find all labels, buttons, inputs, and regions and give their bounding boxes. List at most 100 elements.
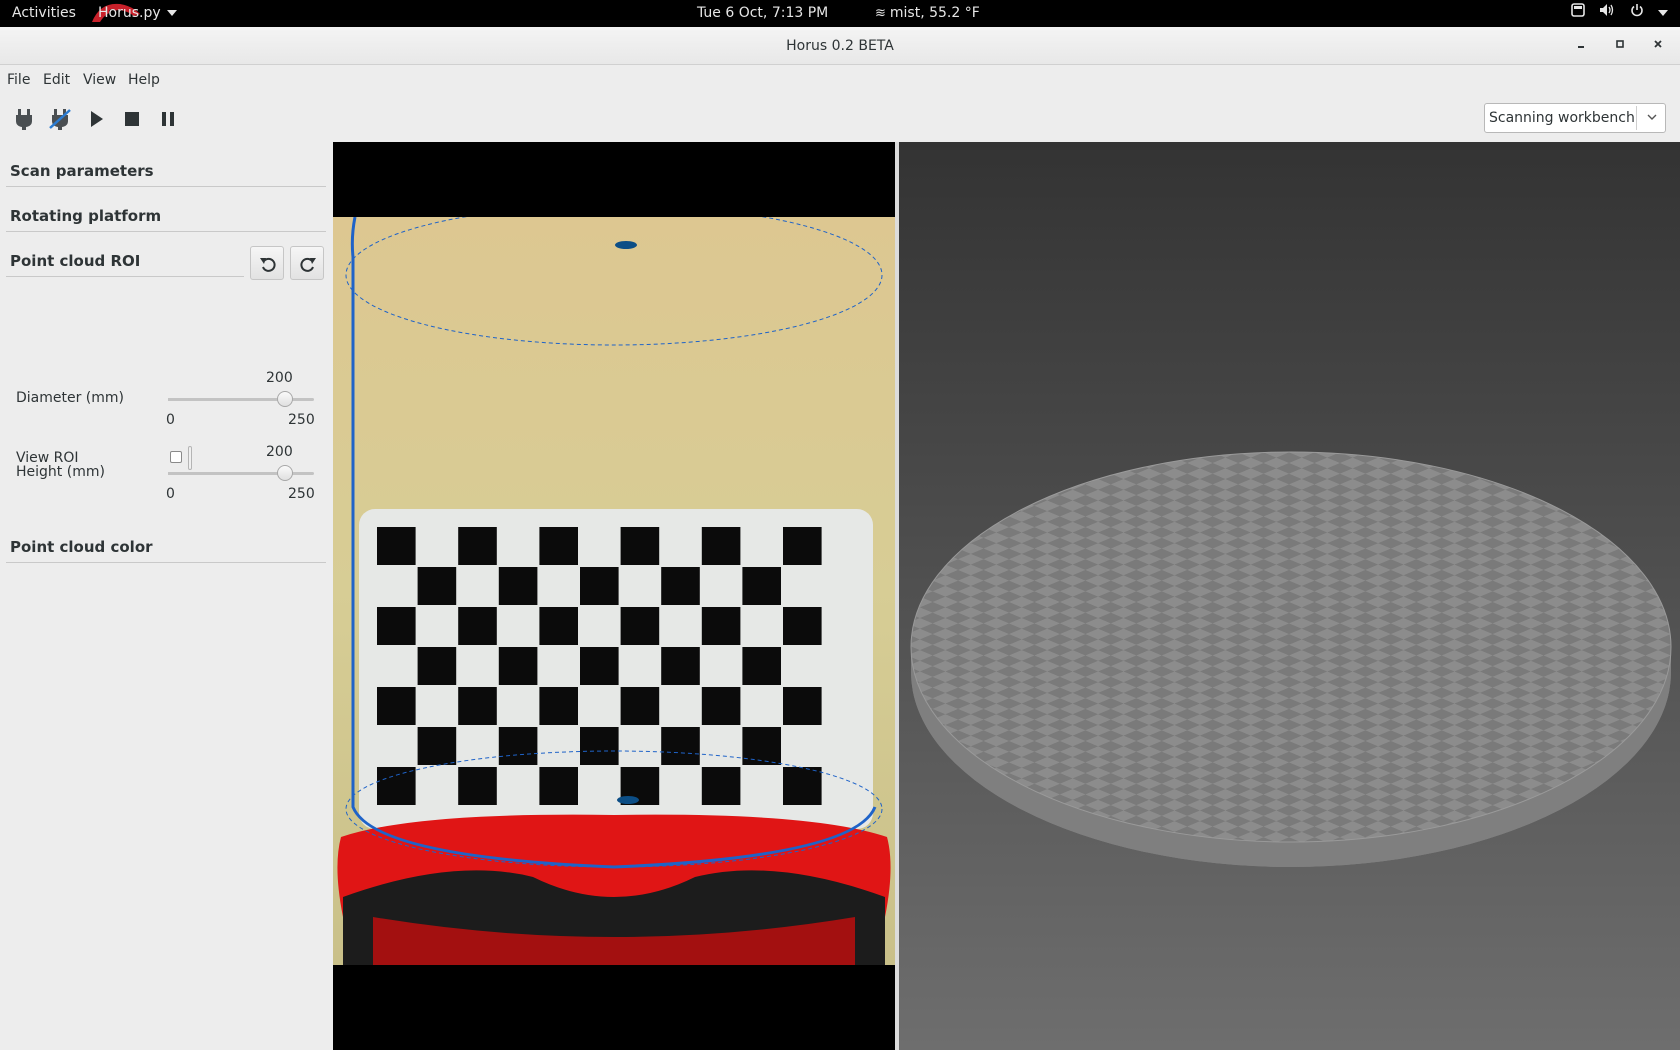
view-roi-toggle-handle[interactable] [188,446,192,470]
window-title: Horus 0.2 BETA [786,38,894,54]
checker-square [377,527,416,565]
diameter-label: Diameter (mm) [16,390,125,406]
mist-icon: ≋ [875,6,886,21]
clock[interactable]: Tue 6 Oct, 7:13 PM [697,0,828,27]
checker-square [498,727,538,765]
slider-fill [168,398,285,401]
checker-square [701,767,741,805]
window-switch-icon[interactable] [1570,0,1585,27]
checker-square [620,687,660,725]
view-roi-checkbox[interactable] [170,451,182,463]
divider [6,562,326,563]
divider [6,231,326,232]
system-tray[interactable] [1561,0,1668,27]
section-point-cloud-roi[interactable]: Point cloud ROI [10,252,140,270]
checker-square [539,527,578,565]
checker-square [539,687,578,725]
section-rotating-platform[interactable]: Rotating platform [10,207,161,225]
checker-square [377,687,416,725]
checker-square [580,567,619,605]
height-label: Height (mm) [16,464,105,480]
close-button[interactable] [1648,36,1668,56]
height-slider[interactable] [168,465,314,481]
section-point-cloud-color[interactable]: Point cloud color [10,538,153,556]
checker-square [701,687,741,725]
horus-window: Horus 0.2 BETA File Edit View Help Scann… [0,27,1680,1050]
checker-square [377,607,416,645]
menu-view[interactable]: View [83,72,116,88]
app-menu-label: Horus.py [98,5,161,21]
redo-icon [300,257,316,272]
menu-edit[interactable]: Edit [43,72,70,88]
workbench-select-value: Scanning workbench [1489,110,1635,126]
calibration-pattern [377,527,822,805]
checker-square [539,767,578,805]
camera-view[interactable] [333,142,895,1050]
power-icon[interactable] [1630,0,1644,27]
settings-panel: Scan parameters Rotating platform Point … [0,142,333,1050]
undo-icon [260,257,276,272]
diameter-min: 0 [166,412,175,428]
checker-square [498,647,538,685]
slider-fill [168,472,285,475]
diameter-value: 200 [266,370,293,386]
menu-bar: File Edit View Help [0,65,1680,97]
checker-square [458,527,497,565]
activities-button[interactable]: Activities [12,0,76,27]
maximize-button[interactable] [1610,36,1630,56]
divider [6,186,326,187]
3d-scene-view[interactable] [899,142,1680,1050]
play-icon[interactable] [83,106,109,132]
camera-feed-image [333,217,895,965]
height-value: 200 [266,444,293,460]
redo-button[interactable] [290,246,324,280]
checker-square [783,687,822,725]
checker-square [458,767,497,805]
checker-square [498,567,538,605]
undo-button[interactable] [250,246,284,280]
checker-square [783,767,822,805]
weather-text: mist, 55.2 °F [889,5,980,21]
checker-square [701,607,741,645]
checker-square [458,687,497,725]
checker-square [417,727,457,765]
minimize-button[interactable] [1571,36,1591,56]
checker-square [661,567,700,605]
disconnect-icon[interactable] [47,106,73,132]
menu-help[interactable]: Help [128,72,160,88]
checker-square [661,727,700,765]
diameter-max: 250 [288,412,315,428]
app-menu[interactable]: Horus.py [98,0,177,27]
workbench-select[interactable]: Scanning workbench [1484,103,1666,133]
checker-square [783,607,822,645]
chevron-down-icon[interactable] [1658,0,1668,27]
diameter-slider[interactable] [168,391,314,407]
checker-square [742,567,781,605]
divider [6,276,244,277]
checker-square [539,607,578,645]
checker-square [661,647,700,685]
chevron-down-icon [1647,114,1657,120]
stop-icon[interactable] [119,106,145,132]
checker-square [701,527,741,565]
select-divider [1636,106,1637,130]
menu-file[interactable]: File [7,72,30,88]
checker-square [417,567,457,605]
platform-3d-render [899,142,1680,1050]
connect-icon[interactable] [11,106,37,132]
height-max: 250 [288,486,315,502]
volume-icon[interactable] [1599,0,1615,27]
chevron-down-icon [166,10,177,16]
checker-square [620,527,660,565]
height-min: 0 [166,486,175,502]
height-slider-knob[interactable] [276,465,293,481]
checker-square [458,607,497,645]
weather-indicator[interactable]: ≋ mist, 55.2 °F [875,0,980,27]
checker-square [742,647,781,685]
checker-square [742,727,781,765]
checker-square [783,527,822,565]
section-scan-parameters[interactable]: Scan parameters [10,162,154,180]
diameter-slider-knob[interactable] [276,391,293,407]
pause-icon[interactable] [155,106,181,132]
window-titlebar[interactable]: Horus 0.2 BETA [0,27,1680,65]
